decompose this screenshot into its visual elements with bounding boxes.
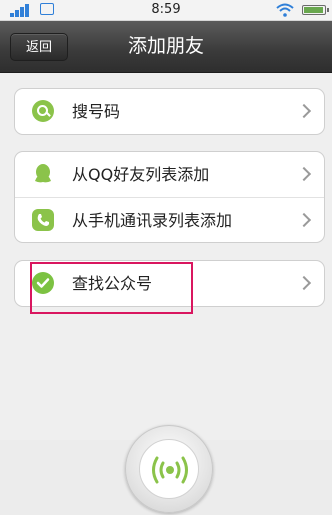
list-item-label: 从QQ好友列表添加 xyxy=(72,165,210,184)
import-group: 从QQ好友列表添加 从手机通讯录列表添加 xyxy=(14,151,325,243)
list-item-label: 搜号码 xyxy=(72,102,121,121)
chevron-right-icon xyxy=(296,212,312,228)
status-bar: 8:59 xyxy=(0,0,332,21)
search-group: 搜号码 xyxy=(14,88,325,135)
chevron-right-icon xyxy=(296,103,312,119)
list-item-search-number[interactable]: 搜号码 xyxy=(15,89,324,134)
radar-button-inner xyxy=(139,439,199,499)
list-item-phone-contacts[interactable]: 从手机通讯录列表添加 xyxy=(15,197,324,242)
highlight-box xyxy=(30,262,193,314)
radar-button[interactable] xyxy=(125,425,213,513)
battery-icon xyxy=(302,5,329,15)
qq-icon xyxy=(32,163,54,185)
wifi-icon xyxy=(276,3,294,17)
list-item-qq-friends[interactable]: 从QQ好友列表添加 xyxy=(15,152,324,197)
page-title: 添加朋友 xyxy=(127,35,204,57)
chevron-right-icon xyxy=(296,166,312,182)
phone-icon xyxy=(32,209,54,231)
nav-bar: 返回 添加朋友 xyxy=(0,21,332,73)
list-item-label: 从手机通讯录列表添加 xyxy=(72,211,233,230)
chevron-right-icon xyxy=(296,275,312,291)
radar-signal-icon xyxy=(152,456,188,484)
search-icon xyxy=(32,100,54,122)
